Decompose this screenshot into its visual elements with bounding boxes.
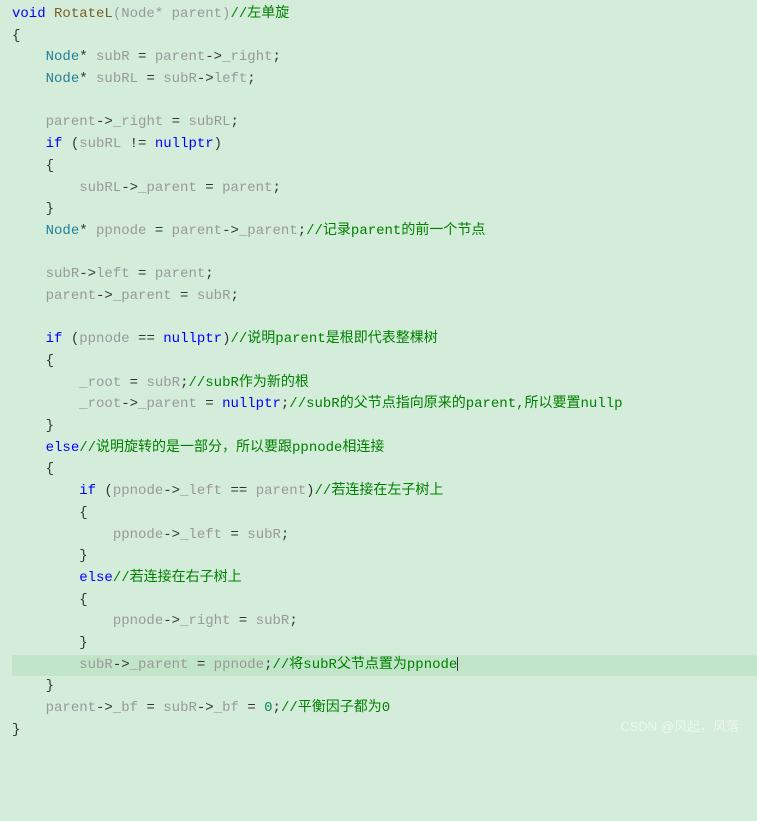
code-line: } — [12, 720, 757, 742]
code-line: } — [12, 676, 757, 698]
keyword-else: else — [46, 440, 80, 456]
code-block: void RotateL(Node* parent)//左单旋 { Node* … — [12, 4, 757, 741]
code-line: { — [12, 156, 757, 178]
code-line: } — [12, 546, 757, 568]
code-line: { — [12, 26, 757, 48]
code-line: { — [12, 351, 757, 373]
code-line: subRL->_parent = parent; — [12, 178, 757, 200]
code-line: else//若连接在右子树上 — [12, 568, 757, 590]
code-line: _root = subR;//subR作为新的根 — [12, 373, 757, 395]
number: 0 — [264, 700, 272, 716]
comment: //subR的父节点指向原来的parent,所以要置nullp — [289, 396, 622, 412]
code-line: parent->_parent = subR; — [12, 286, 757, 308]
code-line: if (ppnode == nullptr)//说明parent是根即代表整棵树 — [12, 329, 757, 351]
code-line: _root->_parent = nullptr;//subR的父节点指向原来的… — [12, 394, 757, 416]
code-line: ppnode->_right = subR; — [12, 611, 757, 633]
comment: //平衡因子都为0 — [281, 700, 390, 716]
type: Node — [46, 71, 80, 87]
comment: //说明旋转的是一部分，所以要跟ppnode相连接 — [79, 440, 384, 456]
var: subR — [96, 49, 130, 65]
comment: //将subR父节点置为ppnode — [273, 657, 458, 673]
code-line: Node* subR = parent->_right; — [12, 47, 757, 69]
code-line: subR->left = parent; — [12, 264, 757, 286]
code-line-highlighted: subR->_parent = ppnode;//将subR父节点置为ppnod… — [12, 655, 757, 677]
code-line: Node* subRL = subR->left; — [12, 69, 757, 91]
text-cursor-icon — [457, 657, 458, 671]
code-line — [12, 243, 757, 265]
code-line: ppnode->_left = subR; — [12, 525, 757, 547]
type: Node — [46, 49, 80, 65]
code-line: { — [12, 459, 757, 481]
code-line: if (subRL != nullptr) — [12, 134, 757, 156]
code-line: } — [12, 633, 757, 655]
code-line: } — [12, 416, 757, 438]
comment: //若连接在右子树上 — [113, 570, 242, 586]
code-line — [12, 91, 757, 113]
comment: //左单旋 — [230, 6, 289, 22]
comment: //subR作为新的根 — [188, 375, 308, 391]
params: (Node* parent) — [113, 6, 231, 22]
comment: //若连接在左子树上 — [315, 483, 444, 499]
code-line — [12, 308, 757, 330]
function-name: RotateL — [54, 6, 113, 22]
code-line: void RotateL(Node* parent)//左单旋 — [12, 4, 757, 26]
var: subRL — [96, 71, 138, 87]
comment: //记录parent的前一个节点 — [306, 223, 485, 239]
code-line: if (ppnode->_left == parent)//若连接在左子树上 — [12, 481, 757, 503]
code-line: parent->_bf = subR->_bf = 0;//平衡因子都为0 — [12, 698, 757, 720]
code-line: parent->_right = subRL; — [12, 112, 757, 134]
code-line: else//说明旋转的是一部分，所以要跟ppnode相连接 — [12, 438, 757, 460]
code-line: Node* ppnode = parent->_parent;//记录paren… — [12, 221, 757, 243]
code-line: { — [12, 503, 757, 525]
code-line: { — [12, 590, 757, 612]
keyword-if: if — [46, 136, 63, 152]
keyword-void: void — [12, 6, 46, 22]
comment: //说明parent是根即代表整棵树 — [230, 331, 437, 347]
code-line: } — [12, 199, 757, 221]
expr: parent — [155, 49, 205, 65]
